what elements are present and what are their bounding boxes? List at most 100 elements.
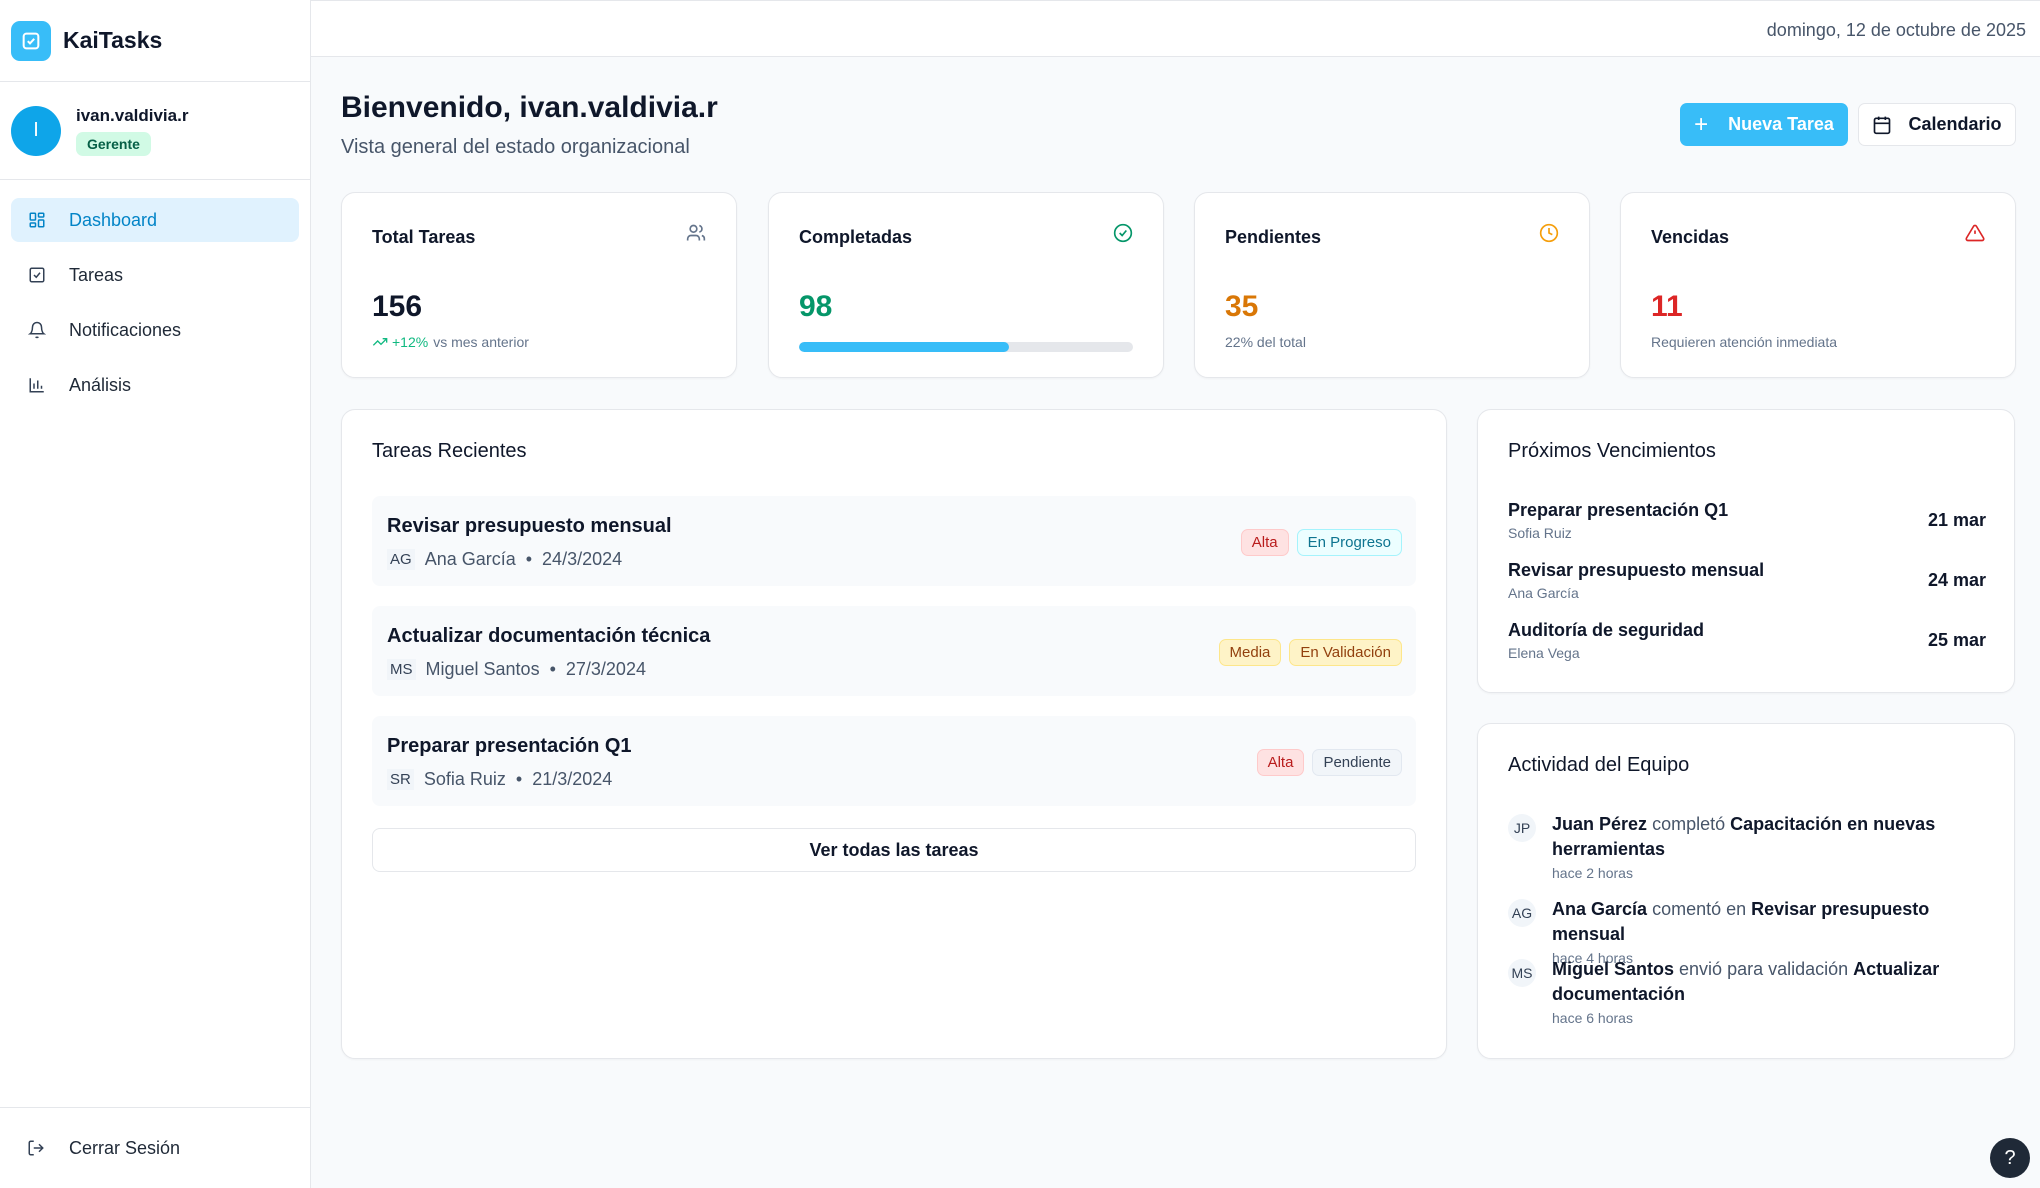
sidebar-item-label: Tareas xyxy=(69,264,124,285)
help-button[interactable]: ? xyxy=(1990,1138,2030,1178)
users-icon xyxy=(686,223,708,245)
separator-dot: • xyxy=(515,769,523,789)
activity-time: hace 2 horas xyxy=(1552,865,1633,881)
avatar: I xyxy=(11,105,61,156)
separator-dot: • xyxy=(549,659,556,679)
task-date: 21/3/2024 xyxy=(532,769,613,789)
sidebar-item-analisis[interactable]: Análisis xyxy=(11,363,299,407)
status-badge: En Validación xyxy=(1289,639,1402,666)
assignee-name: Miguel Santos xyxy=(425,659,540,679)
trending-up-icon xyxy=(372,334,388,350)
deadline-date: 25 mar xyxy=(1927,630,1986,650)
sidebar-item-label: Dashboard xyxy=(69,209,158,230)
activity-user: Ana García xyxy=(1552,899,1648,919)
stat-card-overdue: Vencidas 11 Requieren atención inmediata xyxy=(1620,192,2016,378)
deadline-item[interactable]: Auditoría de seguridad Elena Vega 25 mar xyxy=(1508,620,1986,661)
section-title: Actividad del Equipo xyxy=(1508,754,1690,776)
task-date: 24/3/2024 xyxy=(542,549,623,569)
deadline-person: Ana García xyxy=(1508,585,1579,601)
task-title: Preparar presentación Q1 xyxy=(387,735,632,757)
progress-fill xyxy=(799,342,1009,352)
deadline-item[interactable]: Revisar presupuesto mensual Ana García 2… xyxy=(1508,560,1986,601)
stat-value: 11 xyxy=(1651,290,1683,323)
assignee-name: Ana García xyxy=(424,549,516,569)
activity-text: Ana García comentó en Revisar presupuest… xyxy=(1552,897,1982,947)
task-row[interactable]: Revisar presupuesto mensual AG Ana Garcí… xyxy=(372,496,1416,586)
activity-item: JP Juan Pérez completó Capacitación en n… xyxy=(1508,812,1986,881)
new-task-button[interactable]: + Nueva Tarea xyxy=(1680,103,1848,146)
task-date: 27/3/2024 xyxy=(565,659,646,679)
task-meta: SR Sofia Ruiz • 21/3/2024 xyxy=(387,769,612,790)
completion-progress xyxy=(799,342,1133,352)
page-title: Bienvenido, ivan.valdivia.r xyxy=(341,91,718,124)
recent-tasks-card: Tareas Recientes Revisar presupuesto men… xyxy=(341,409,1447,1059)
section-title: Tareas Recientes xyxy=(372,440,527,462)
calendar-button[interactable]: Calendario xyxy=(1858,103,2016,146)
sidebar-item-dashboard[interactable]: Dashboard xyxy=(11,198,299,242)
activity-action: completó xyxy=(1652,814,1726,834)
activity-text: Miguel Santos envió para validación Actu… xyxy=(1552,957,1982,1007)
alert-triangle-icon xyxy=(1965,223,1987,245)
logout-label: Cerrar Sesión xyxy=(69,1137,181,1158)
deadline-date: 24 mar xyxy=(1927,570,1986,590)
sidebar-nav: Dashboard Tareas Notificaciones Análisis xyxy=(0,180,310,407)
checkbox-icon xyxy=(27,265,47,285)
logo-check-icon xyxy=(11,20,51,61)
user-name: ivan.valdivia.r xyxy=(76,105,189,125)
app-name: KaiTasks xyxy=(63,27,163,53)
upcoming-deadlines-card: Próximos Vencimientos Preparar presentac… xyxy=(1477,409,2015,693)
sidebar-item-notificaciones[interactable]: Notificaciones xyxy=(11,308,299,352)
new-task-label: Nueva Tarea xyxy=(1728,114,1834,134)
activity-item: MS Miguel Santos envió para validación A… xyxy=(1508,957,1986,1026)
avatar: MS xyxy=(1508,959,1536,987)
activity-user: Juan Pérez xyxy=(1552,814,1648,834)
task-row[interactable]: Preparar presentación Q1 SR Sofia Ruiz •… xyxy=(372,716,1416,806)
stat-footer: +12% vs mes anterior xyxy=(372,334,529,350)
activity-action: comentó en xyxy=(1652,899,1747,919)
clock-icon xyxy=(1539,223,1561,245)
stat-value: 156 xyxy=(372,290,423,323)
role-badge: Gerente xyxy=(76,131,151,156)
priority-badge: Alta xyxy=(1240,529,1289,556)
current-date: domingo, 12 de octubre de 2025 xyxy=(1766,20,2026,40)
sidebar-item-label: Análisis xyxy=(69,374,132,395)
view-all-tasks-button[interactable]: Ver todas las tareas xyxy=(372,828,1416,872)
logout-icon xyxy=(27,1138,47,1158)
section-title: Próximos Vencimientos xyxy=(1508,440,1716,462)
stat-footer: Requieren atención inmediata xyxy=(1651,334,1838,350)
stat-value: 98 xyxy=(799,290,833,323)
deadline-person: Sofia Ruiz xyxy=(1508,525,1572,541)
check-circle-icon xyxy=(1113,223,1135,245)
user-profile[interactable]: I ivan.valdivia.r Gerente xyxy=(0,82,310,180)
task-row[interactable]: Actualizar documentación técnica MS Migu… xyxy=(372,606,1416,696)
activity-time: hace 6 horas xyxy=(1552,1010,1633,1026)
deadline-title: Revisar presupuesto mensual xyxy=(1508,560,1765,580)
assignee-initials: AG xyxy=(387,549,415,570)
deadline-title: Auditoría de seguridad xyxy=(1508,620,1705,640)
topbar: domingo, 12 de octubre de 2025 xyxy=(311,0,2040,57)
deadline-person: Elena Vega xyxy=(1508,645,1580,661)
task-title: Revisar presupuesto mensual xyxy=(387,515,672,537)
stat-title: Total Tareas xyxy=(372,227,476,247)
activity-action: envió para validación xyxy=(1679,959,1849,979)
avatar: AG xyxy=(1508,899,1536,927)
assignee-initials: SR xyxy=(387,769,414,790)
deadline-item[interactable]: Preparar presentación Q1 Sofia Ruiz 21 m… xyxy=(1508,500,1986,541)
sidebar-item-tareas[interactable]: Tareas xyxy=(11,253,299,297)
deadline-date: 21 mar xyxy=(1927,510,1986,530)
stat-footer: 22% del total xyxy=(1225,334,1306,350)
priority-badge: Media xyxy=(1218,639,1282,666)
stat-card-total: Total Tareas 156 +12% vs mes anterior xyxy=(341,192,737,378)
team-activity-card: Actividad del Equipo JP Juan Pérez compl… xyxy=(1477,723,2015,1059)
activity-item: AG Ana García comentó en Revisar presupu… xyxy=(1508,897,1986,966)
stat-title: Vencidas xyxy=(1651,227,1730,247)
priority-badge: Alta xyxy=(1256,749,1305,776)
activity-user: Miguel Santos xyxy=(1552,959,1675,979)
brand[interactable]: KaiTasks xyxy=(0,0,310,82)
task-title: Actualizar documentación técnica xyxy=(387,625,711,647)
bell-icon xyxy=(27,320,47,340)
logout-button[interactable]: Cerrar Sesión xyxy=(0,1107,311,1188)
stat-title: Pendientes xyxy=(1225,227,1322,247)
status-badge: Pendiente xyxy=(1312,749,1402,776)
activity-text: Juan Pérez completó Capacitación en nuev… xyxy=(1552,812,1982,862)
